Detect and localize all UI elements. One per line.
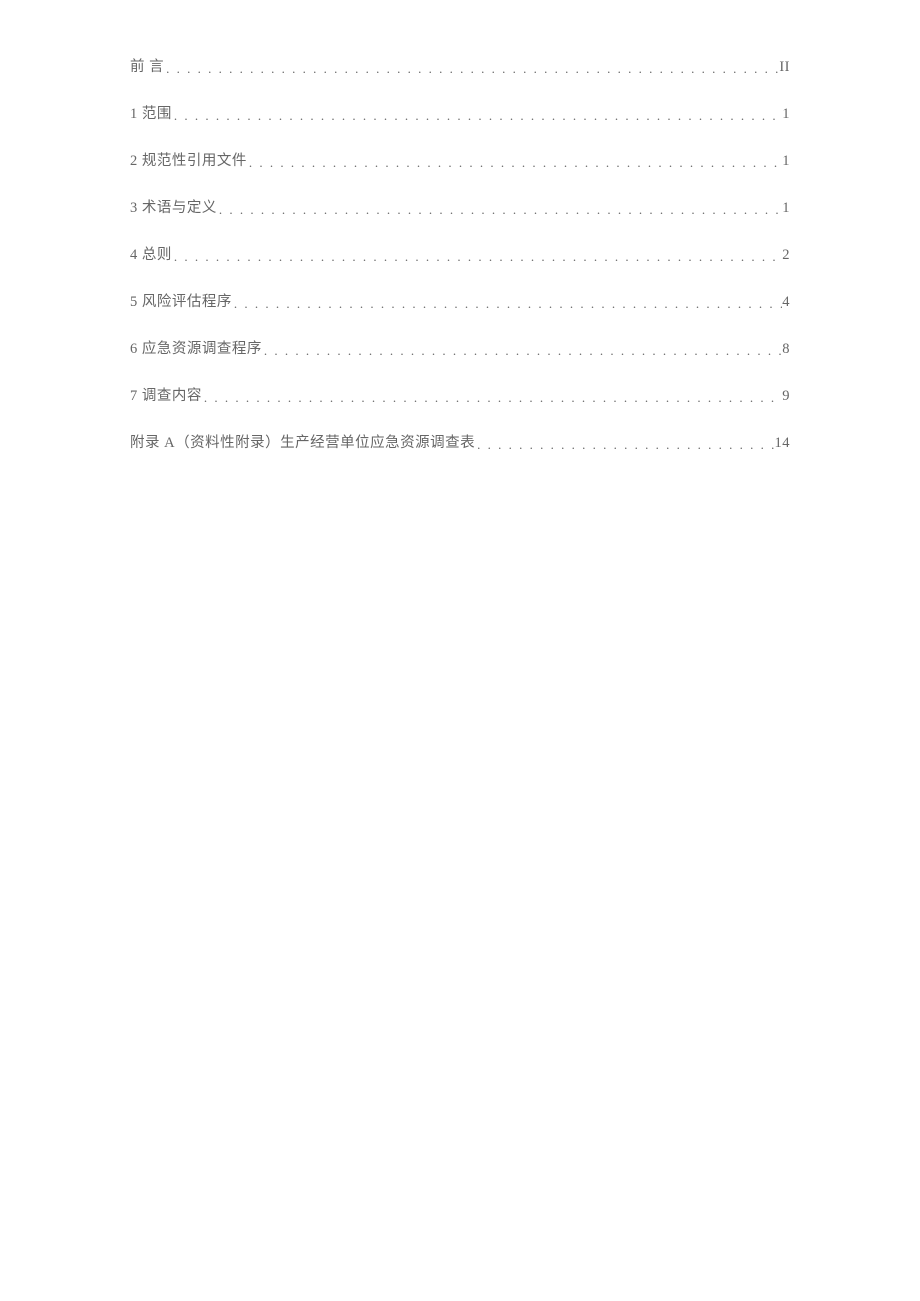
toc-page-number: 1 <box>782 200 790 217</box>
toc-title: 7 调查内容 <box>130 384 202 405</box>
toc-entry: 前 言 . . . . . . . . . . . . . . . . . . … <box>130 55 790 76</box>
toc-dots: . . . . . . . . . . . . . . . . . . . . … <box>475 437 774 453</box>
toc-dots: . . . . . . . . . . . . . . . . . . . . … <box>172 249 782 265</box>
toc-entry: 附录 A（资料性附录）生产经营单位应急资源调查表 . . . . . . . .… <box>130 431 790 452</box>
toc-title: 2 规范性引用文件 <box>130 149 247 170</box>
toc-dots: . . . . . . . . . . . . . . . . . . . . … <box>164 61 779 77</box>
toc-entry: 6 应急资源调查程序 . . . . . . . . . . . . . . .… <box>130 337 790 358</box>
toc-page-number: 1 <box>782 106 790 123</box>
toc-title: 3 术语与定义 <box>130 196 217 217</box>
toc-entry: 5 风险评估程序 . . . . . . . . . . . . . . . .… <box>130 290 790 311</box>
toc-page-number: 4 <box>782 294 790 311</box>
toc-title: 4 总则 <box>130 243 172 264</box>
toc-title: 6 应急资源调查程序 <box>130 337 262 358</box>
toc-dots: . . . . . . . . . . . . . . . . . . . . … <box>202 390 782 406</box>
toc-entry: 7 调查内容 . . . . . . . . . . . . . . . . .… <box>130 384 790 405</box>
toc-dots: . . . . . . . . . . . . . . . . . . . . … <box>172 108 782 124</box>
toc-entry: 1 范围 . . . . . . . . . . . . . . . . . .… <box>130 102 790 123</box>
toc-page-number: 2 <box>782 247 790 264</box>
toc-entry: 4 总则 . . . . . . . . . . . . . . . . . .… <box>130 243 790 264</box>
toc-title: 5 风险评估程序 <box>130 290 232 311</box>
toc-page-number: 9 <box>782 388 790 405</box>
toc-title: 附录 A（资料性附录）生产经营单位应急资源调查表 <box>130 431 475 452</box>
toc-entry: 2 规范性引用文件 . . . . . . . . . . . . . . . … <box>130 149 790 170</box>
toc-page-number: 1 <box>782 153 790 170</box>
table-of-contents: 前 言 . . . . . . . . . . . . . . . . . . … <box>130 55 790 452</box>
toc-page-number: II <box>779 59 790 76</box>
toc-dots: . . . . . . . . . . . . . . . . . . . . … <box>232 296 782 312</box>
toc-title: 1 范围 <box>130 102 172 123</box>
toc-dots: . . . . . . . . . . . . . . . . . . . . … <box>217 202 782 218</box>
toc-entry: 3 术语与定义 . . . . . . . . . . . . . . . . … <box>130 196 790 217</box>
toc-title: 前 言 <box>130 55 164 76</box>
toc-dots: . . . . . . . . . . . . . . . . . . . . … <box>262 343 782 359</box>
toc-page-number: 8 <box>782 341 790 358</box>
toc-page-number: 14 <box>775 435 791 452</box>
toc-dots: . . . . . . . . . . . . . . . . . . . . … <box>247 155 782 171</box>
